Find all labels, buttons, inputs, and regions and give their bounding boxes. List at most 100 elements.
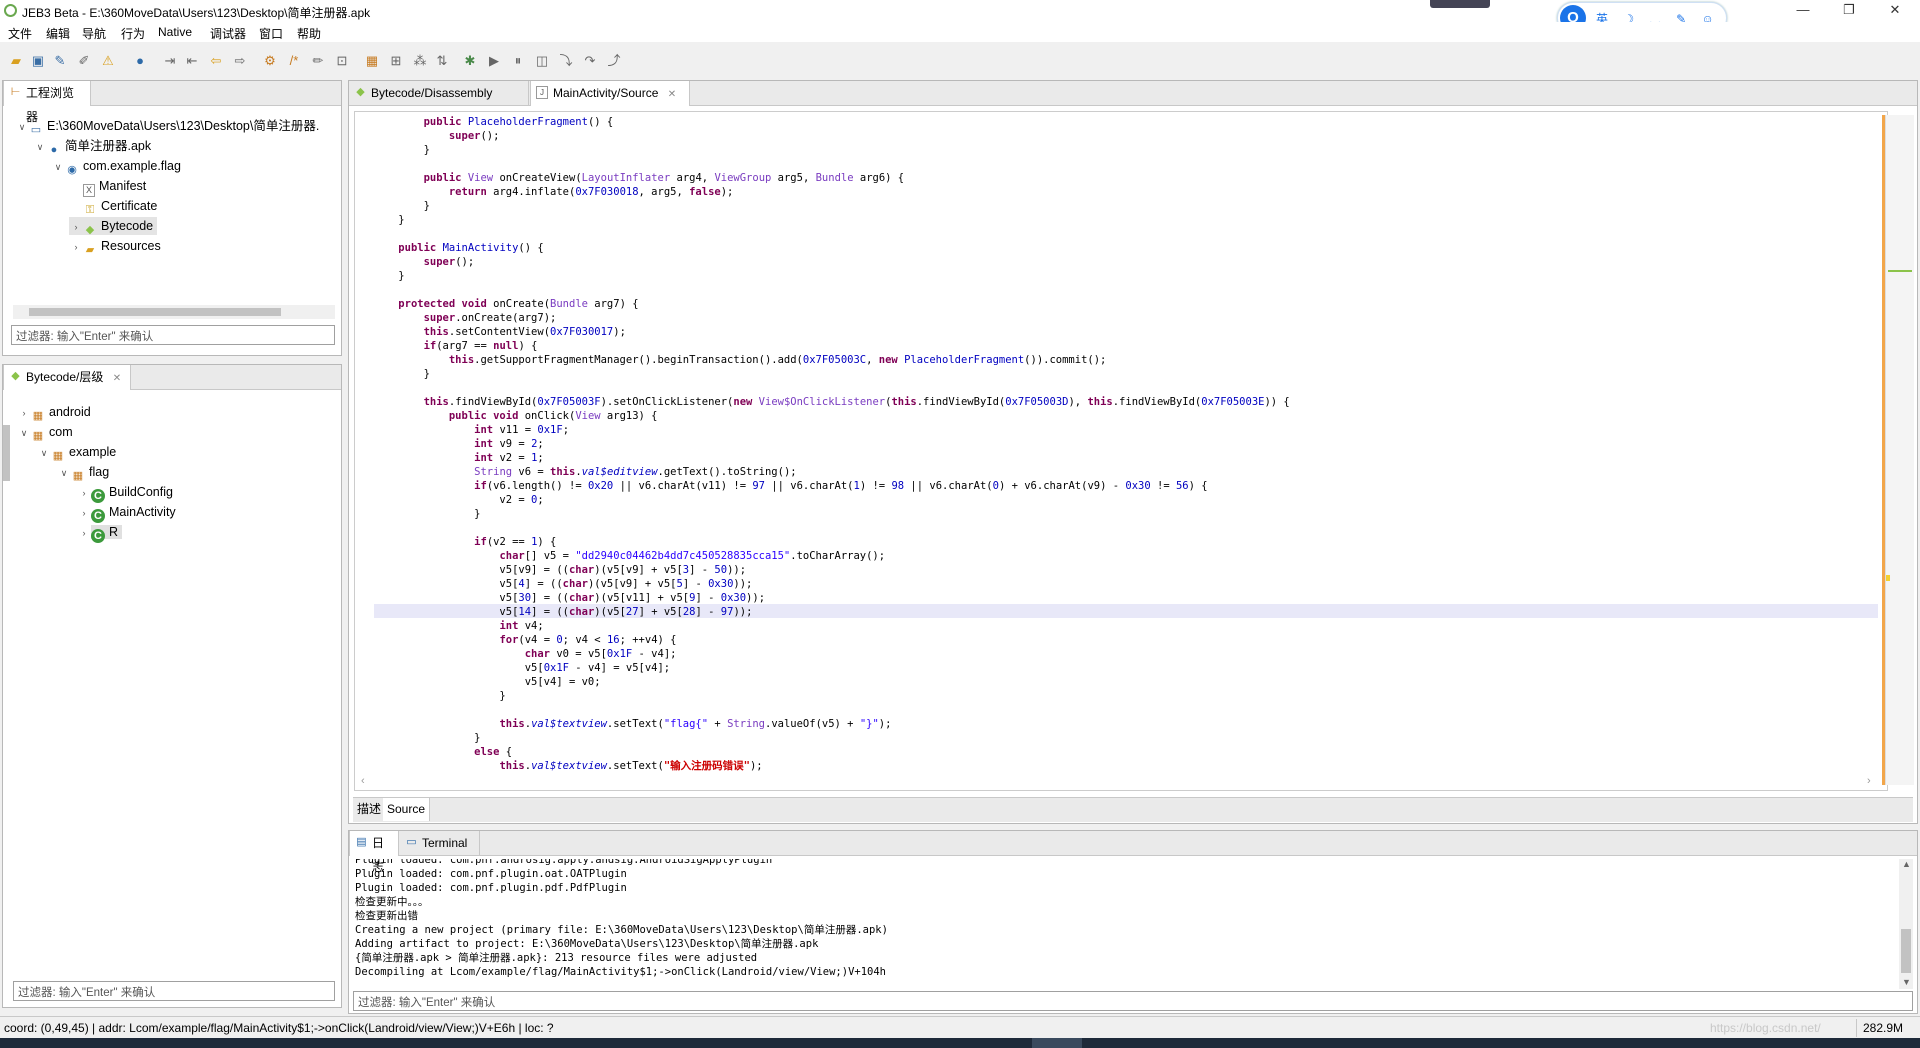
chevron-up-icon[interactable]: ▲ bbox=[1902, 859, 1911, 869]
chevron-right-icon[interactable]: › bbox=[77, 524, 91, 542]
project-filter-input[interactable]: 过滤器: 输入"Enter" 来确认 bbox=[11, 325, 335, 345]
tree-item-certificate[interactable]: ⚿ Certificate bbox=[83, 197, 157, 216]
chevron-right-icon[interactable]: › bbox=[77, 504, 91, 522]
grid-icon[interactable]: ▦ bbox=[364, 53, 380, 69]
horizontal-scrollbar[interactable] bbox=[13, 305, 335, 319]
android-icon: ◆ bbox=[11, 370, 20, 382]
chevron-right-icon[interactable]: › bbox=[69, 218, 83, 236]
class-icon: C bbox=[91, 509, 105, 523]
pause-icon[interactable]: ⏸ bbox=[510, 53, 526, 69]
tree-graph-icon[interactable]: ⁂ bbox=[412, 53, 428, 69]
chevron-down-icon[interactable]: ∨ bbox=[17, 424, 31, 442]
chevron-right-icon[interactable]: › bbox=[69, 238, 83, 256]
jump-out-icon[interactable]: ⇤ bbox=[184, 53, 200, 69]
log-output[interactable]: Plugin loaded: com.pnf.androsig.apply.an… bbox=[355, 859, 1895, 989]
forward-icon[interactable]: ⇨ bbox=[232, 53, 248, 69]
tree-item-manifest[interactable]: X Manifest bbox=[83, 177, 146, 197]
chevron-down-icon[interactable]: ∨ bbox=[15, 118, 29, 136]
tree-item-project-root[interactable]: ∨ ▭ E:\360MoveData\Users\123\Desktop\简单注册器… bbox=[15, 117, 320, 136]
sort-icon[interactable]: ⇅ bbox=[434, 53, 450, 69]
tab-log[interactable]: ▤ 日志 bbox=[349, 831, 399, 874]
tab-description[interactable]: 描述 bbox=[353, 798, 387, 820]
log-vertical-scrollbar[interactable]: ▲ ▼ bbox=[1899, 859, 1913, 989]
tree-item-resources[interactable]: › ▰ Resources bbox=[69, 237, 161, 256]
close-tab-icon[interactable]: ✕ bbox=[668, 89, 676, 100]
edit-icon[interactable]: ✐ bbox=[76, 53, 92, 69]
code-horizontal-scrollbar[interactable]: ‹ › bbox=[359, 775, 1879, 789]
tree-item-android[interactable]: › ▦ android bbox=[17, 403, 91, 422]
tab-source[interactable]: Source bbox=[383, 798, 431, 821]
apk-icon: ● bbox=[50, 144, 58, 156]
rename-icon[interactable]: ⊡ bbox=[334, 53, 350, 69]
tree-item-bytecode[interactable]: › ◆ Bytecode bbox=[69, 217, 158, 236]
tree-item-mainactivity[interactable]: › C MainActivity bbox=[77, 503, 176, 523]
tree-item-com[interactable]: ∨ ▦ com bbox=[17, 423, 73, 442]
code-line: v5[v9] = ((char)(v5[v9] + v5[3] - 50)); bbox=[373, 564, 747, 576]
step-into-icon[interactable]: ⤵ bbox=[558, 53, 574, 69]
overview-ruler[interactable] bbox=[1885, 115, 1914, 785]
chevron-right-icon[interactable]: › bbox=[1867, 775, 1871, 787]
globe-icon[interactable]: ● bbox=[132, 53, 148, 69]
save-icon[interactable]: ▣ bbox=[30, 53, 46, 69]
chevron-down-icon[interactable]: ∨ bbox=[37, 444, 51, 462]
tree-item-package[interactable]: ∨ ◉ com.example.flag bbox=[51, 157, 181, 176]
tree-item-apk[interactable]: ∨ ● 简单注册器.apk bbox=[33, 137, 151, 156]
tab-hierarchy[interactable]: ◆ Bytecode/层级 ✕ bbox=[3, 365, 131, 390]
taskbar-item[interactable] bbox=[1032, 1038, 1082, 1048]
open-folder-icon[interactable]: ▰ bbox=[8, 53, 24, 69]
close-button[interactable]: ✕ bbox=[1872, 0, 1918, 22]
code-text[interactable]: public PlaceholderFragment() { super(); … bbox=[373, 115, 1878, 775]
scrollbar-thumb[interactable] bbox=[29, 308, 281, 316]
tab-project-explorer[interactable]: ⊢ 工程浏览器 bbox=[3, 81, 91, 124]
chevron-down-icon[interactable]: ∨ bbox=[51, 158, 65, 176]
scrollbar-thumb[interactable] bbox=[1901, 929, 1911, 973]
pencil-icon[interactable]: ✏ bbox=[310, 53, 326, 69]
menu-action[interactable]: 行为 bbox=[121, 25, 145, 42]
back-icon[interactable]: ⇦ bbox=[208, 53, 224, 69]
step-out-icon[interactable]: ⤴ bbox=[606, 53, 622, 69]
graph-icon[interactable]: ⊞ bbox=[388, 53, 404, 69]
debug-bug-icon[interactable]: ✱ bbox=[462, 53, 478, 69]
chevron-down-icon[interactable]: ∨ bbox=[33, 138, 47, 156]
tab-bytecode-disassembly[interactable]: ◆ Bytecode/Disassembly bbox=[349, 81, 529, 105]
tree-item-label: Resources bbox=[101, 239, 161, 253]
menu-window[interactable]: 窗口 bbox=[259, 25, 283, 42]
chevron-right-icon[interactable]: › bbox=[77, 484, 91, 502]
memory-indicator[interactable]: 282.9M bbox=[1856, 1019, 1916, 1037]
minimize-button[interactable]: — bbox=[1780, 0, 1826, 22]
menu-edit[interactable]: 编辑 bbox=[46, 25, 70, 42]
menu-native[interactable]: Native bbox=[158, 25, 192, 39]
menu-navigate[interactable]: 导航 bbox=[82, 25, 106, 42]
menu-help[interactable]: 帮助 bbox=[297, 25, 321, 42]
menu-file[interactable]: 文件 bbox=[8, 25, 32, 42]
hierarchy-filter-input[interactable]: 过滤器: 输入"Enter" 来确认 bbox=[13, 981, 335, 1001]
log-filter-input[interactable]: 过滤器: 输入"Enter" 来确认 bbox=[353, 991, 1913, 1011]
vertical-scrollbar[interactable] bbox=[3, 425, 10, 481]
tab-terminal[interactable]: ▭ Terminal bbox=[400, 831, 480, 855]
close-tab-icon[interactable]: ✕ bbox=[113, 373, 121, 384]
remote-bar[interactable] bbox=[1430, 0, 1490, 8]
log-line: 检查更新中。。。 bbox=[355, 896, 429, 908]
warning-icon[interactable]: ⚠ bbox=[100, 53, 116, 69]
decompile-icon[interactable]: ⚙ bbox=[262, 53, 278, 69]
step-over-icon[interactable]: ↷ bbox=[582, 53, 598, 69]
tree-item-r[interactable]: › C R bbox=[77, 523, 123, 543]
jump-in-icon[interactable]: ⇥ bbox=[162, 53, 178, 69]
tree-item-example[interactable]: ∨ ▦ example bbox=[37, 443, 117, 462]
maximize-button[interactable]: ❐ bbox=[1826, 0, 1872, 22]
chevron-left-icon[interactable]: ‹ bbox=[361, 775, 365, 787]
chevron-down-icon[interactable]: ▼ bbox=[1902, 977, 1911, 987]
tab-hierarchy-label: Bytecode/层级 bbox=[26, 370, 104, 384]
tree-item-buildconfig[interactable]: › C BuildConfig bbox=[77, 483, 173, 503]
tab-mainactivity-source[interactable]: J MainActivity/Source ✕ bbox=[530, 81, 690, 106]
run-icon[interactable]: ▶ bbox=[486, 53, 502, 69]
chevron-down-icon[interactable]: ∨ bbox=[57, 464, 71, 482]
log-line: Creating a new project (primary file: E:… bbox=[355, 924, 888, 936]
chevron-right-icon[interactable]: › bbox=[17, 404, 31, 422]
tree-item-label: example bbox=[69, 445, 117, 459]
stop-icon[interactable]: ◫ bbox=[534, 53, 550, 69]
wrench-icon[interactable]: ✎ bbox=[52, 53, 68, 69]
tree-item-flag[interactable]: ∨ ▦ flag bbox=[57, 463, 109, 482]
menu-debugger[interactable]: 调试器 bbox=[210, 25, 246, 42]
comment-icon[interactable]: /* bbox=[286, 53, 302, 69]
